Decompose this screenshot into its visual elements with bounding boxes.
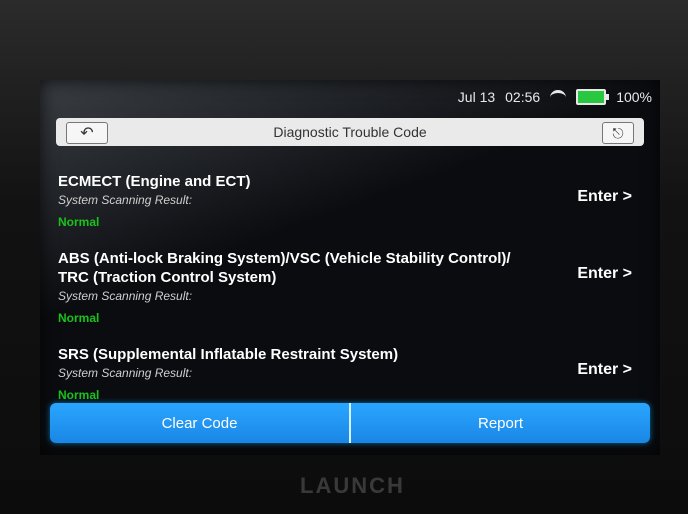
system-list: ECMECT (Engine and ECT) System Scanning … bbox=[58, 166, 642, 416]
report-button[interactable]: Report bbox=[349, 403, 650, 443]
status-date: Jul 13 bbox=[457, 89, 496, 105]
wifi-icon bbox=[550, 89, 567, 105]
device-screen: Jul 13 02:56 100% ↶ Diagnostic Trouble C… bbox=[40, 80, 660, 455]
battery-icon bbox=[576, 89, 610, 105]
battery-percent: 100% bbox=[616, 89, 652, 105]
exit-button[interactable]: ⎋ bbox=[602, 122, 634, 144]
system-name: ABS (Anti-lock Braking System)/VSC (Vehi… bbox=[58, 250, 511, 286]
scan-label: System Scanning Result: bbox=[58, 289, 193, 303]
status-time: 02:56 bbox=[505, 89, 541, 105]
enter-button[interactable]: Enter > bbox=[577, 361, 632, 379]
back-button[interactable]: ↶ bbox=[66, 122, 108, 144]
device-brand-logo: LAUNCH bbox=[300, 473, 405, 498]
enter-button[interactable]: Enter > bbox=[577, 265, 632, 283]
scan-result: Normal bbox=[58, 215, 100, 229]
clear-code-button[interactable]: Clear Code bbox=[50, 403, 349, 443]
system-name: ECMECT (Engine and ECT) bbox=[58, 173, 251, 190]
scan-label: System Scanning Result: bbox=[58, 193, 193, 207]
back-icon: ↶ bbox=[80, 125, 94, 142]
system-name: SRS (Supplemental Inflatable Restraint S… bbox=[58, 346, 399, 363]
device-frame: Jul 13 02:56 100% ↶ Diagnostic Trouble C… bbox=[0, 0, 688, 514]
scan-result: Normal bbox=[58, 388, 100, 402]
page-title: Diagnostic Trouble Code bbox=[273, 124, 427, 140]
exit-icon: ⎋ bbox=[612, 124, 624, 141]
status-bar: Jul 13 02:56 100% bbox=[458, 88, 652, 106]
enter-button[interactable]: Enter > bbox=[577, 188, 632, 206]
scan-label: System Scanning Result: bbox=[58, 366, 193, 380]
scan-result: Normal bbox=[58, 311, 100, 325]
system-item: ECMECT (Engine and ECT) System Scanning … bbox=[58, 166, 642, 243]
title-bar: ↶ Diagnostic Trouble Code ⎋ bbox=[56, 118, 644, 146]
system-item: ABS (Anti-lock Braking System)/VSC (Vehi… bbox=[58, 243, 642, 339]
bottom-action-bar: Clear Code Report bbox=[50, 403, 650, 443]
